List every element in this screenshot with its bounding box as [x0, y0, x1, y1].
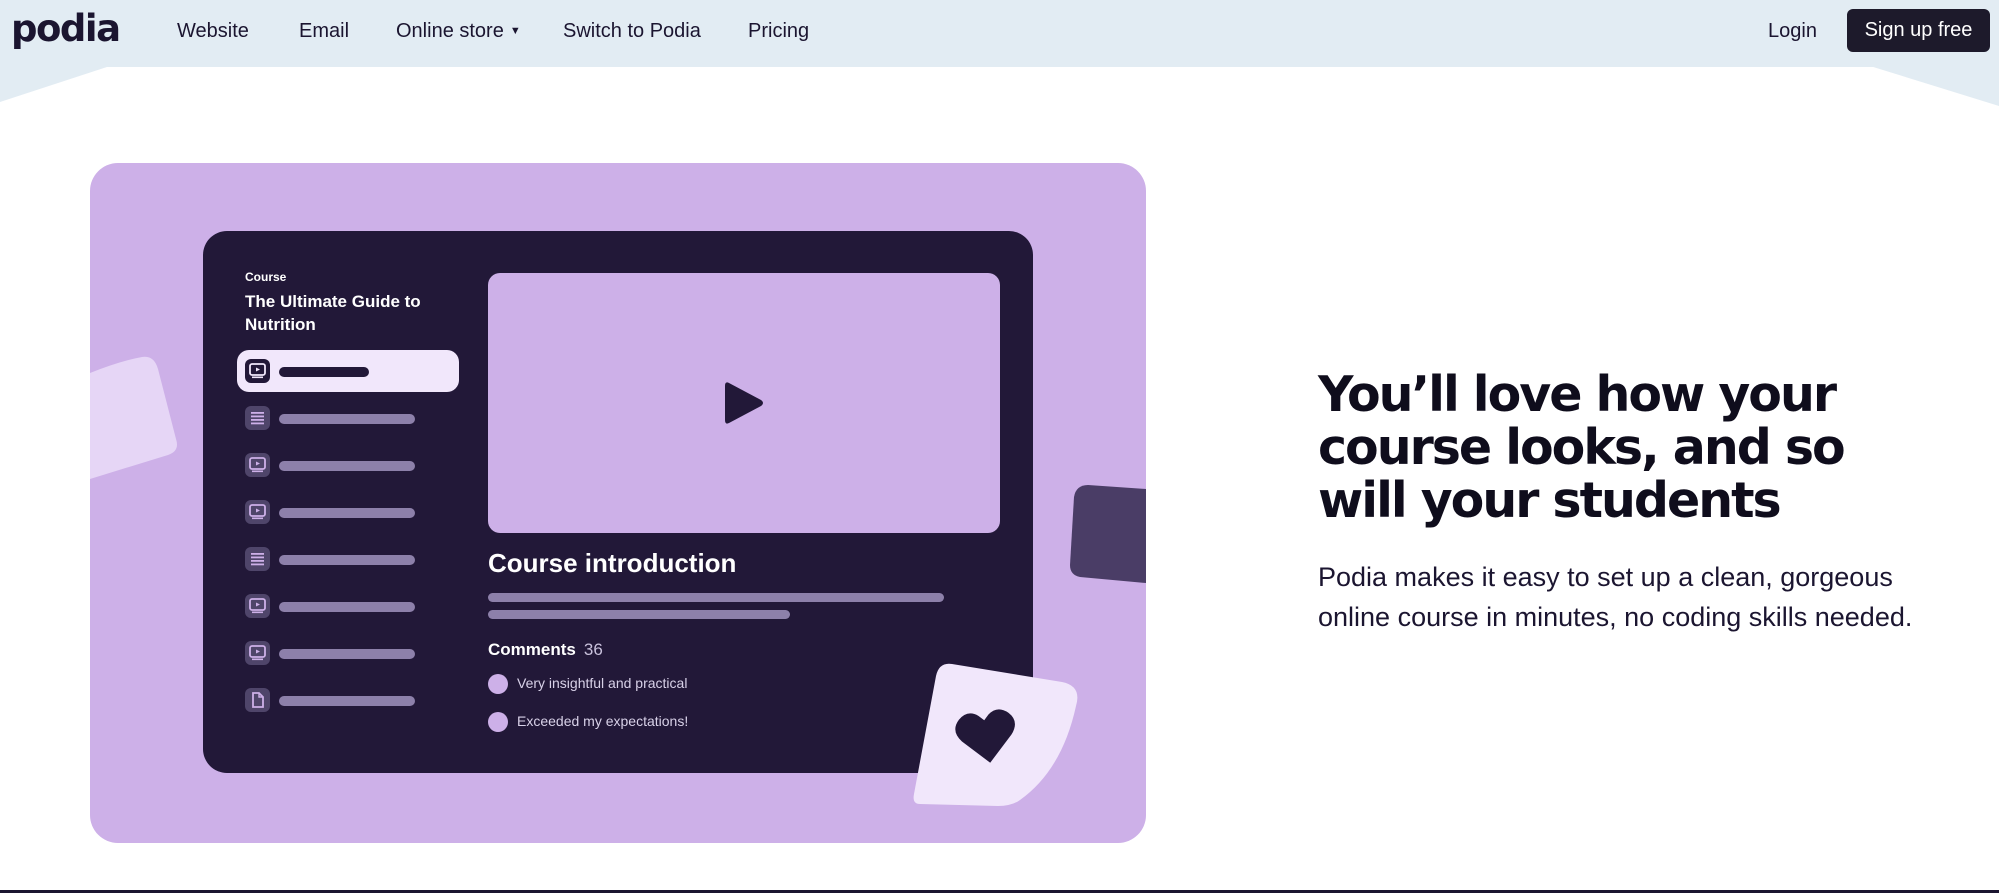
- comment-text: Exceeded my expectations!: [517, 713, 689, 729]
- lesson-title-placeholder: [279, 555, 415, 565]
- heart-badge: [913, 663, 1078, 806]
- video-player[interactable]: [488, 273, 1000, 533]
- lesson-item[interactable]: [237, 491, 459, 533]
- decorative-blob: [90, 356, 177, 479]
- lesson-item[interactable]: [237, 679, 459, 721]
- comments-header: Comments 36: [488, 640, 603, 660]
- lesson-item[interactable]: [237, 397, 459, 439]
- nav-link-switch[interactable]: Switch to Podia: [563, 19, 701, 43]
- video-lesson-icon: [245, 359, 270, 383]
- avatar: [488, 712, 508, 733]
- comment-text: Very insightful and practical: [517, 675, 688, 691]
- comment-item: Very insightful and practical: [488, 672, 688, 695]
- text-placeholder: [488, 593, 944, 602]
- lesson-title-placeholder: [279, 649, 415, 659]
- text-lesson-icon: [245, 547, 270, 571]
- comments-count: 36: [583, 640, 603, 659]
- headline-line: course looks, and so: [1318, 419, 1846, 476]
- login-link[interactable]: Login: [1768, 19, 1817, 43]
- hero-headline: You’ll love how your course looks, and s…: [1318, 368, 1878, 527]
- headline-line: will your students: [1318, 472, 1782, 529]
- lesson-title-placeholder: [279, 461, 415, 471]
- sign-up-button[interactable]: Sign up free: [1847, 9, 1990, 52]
- course-preview-card: Course The Ultimate Guide to Nutrition C…: [90, 163, 1146, 843]
- text-placeholder: [488, 610, 790, 619]
- lesson-title-placeholder: [279, 367, 369, 377]
- nav-link-email[interactable]: Email: [299, 19, 349, 43]
- document-lesson-icon: [245, 688, 270, 712]
- lesson-title-placeholder: [279, 696, 415, 706]
- video-lesson-icon: [245, 641, 270, 665]
- nav-link-online-store-label: Online store: [396, 20, 504, 42]
- top-nav: podia Website Email Online store ▼ Switch…: [0, 0, 1999, 67]
- text-lesson-icon: [245, 406, 270, 430]
- lesson-item[interactable]: [237, 444, 459, 486]
- lesson-item[interactable]: [237, 538, 459, 580]
- video-lesson-icon: [245, 500, 270, 524]
- lesson-title-placeholder: [279, 414, 415, 424]
- video-lesson-icon: [245, 594, 270, 618]
- nav-curve-decoration: [0, 66, 1999, 106]
- lesson-item[interactable]: [237, 585, 459, 627]
- comment-item: Exceeded my expectations!: [488, 710, 689, 733]
- play-icon[interactable]: [723, 380, 765, 426]
- course-player-mockup: Course The Ultimate Guide to Nutrition C…: [203, 231, 1033, 773]
- lesson-heading: Course introduction: [488, 548, 737, 578]
- nav-link-pricing[interactable]: Pricing: [748, 19, 809, 43]
- nav-link-online-store[interactable]: Online store ▼: [396, 19, 521, 43]
- avatar: [488, 674, 508, 695]
- lesson-title-placeholder: [279, 508, 415, 518]
- nav-link-website[interactable]: Website: [177, 19, 249, 43]
- video-lesson-icon: [245, 453, 270, 477]
- course-title: The Ultimate Guide to Nutrition: [245, 292, 421, 334]
- caret-down-icon: ▼: [509, 25, 521, 37]
- podia-logo[interactable]: podia: [11, 6, 121, 52]
- lesson-title-placeholder: [279, 602, 415, 612]
- hero-subtext: Podia makes it easy to set up a clean, g…: [1318, 562, 1913, 632]
- comments-label: Comments: [488, 640, 576, 659]
- lesson-item[interactable]: [237, 632, 459, 674]
- course-kicker: Course: [245, 270, 287, 284]
- decorative-blob: [1070, 485, 1146, 583]
- lesson-item[interactable]: [237, 350, 459, 392]
- headline-line: You’ll love how your: [1318, 366, 1837, 423]
